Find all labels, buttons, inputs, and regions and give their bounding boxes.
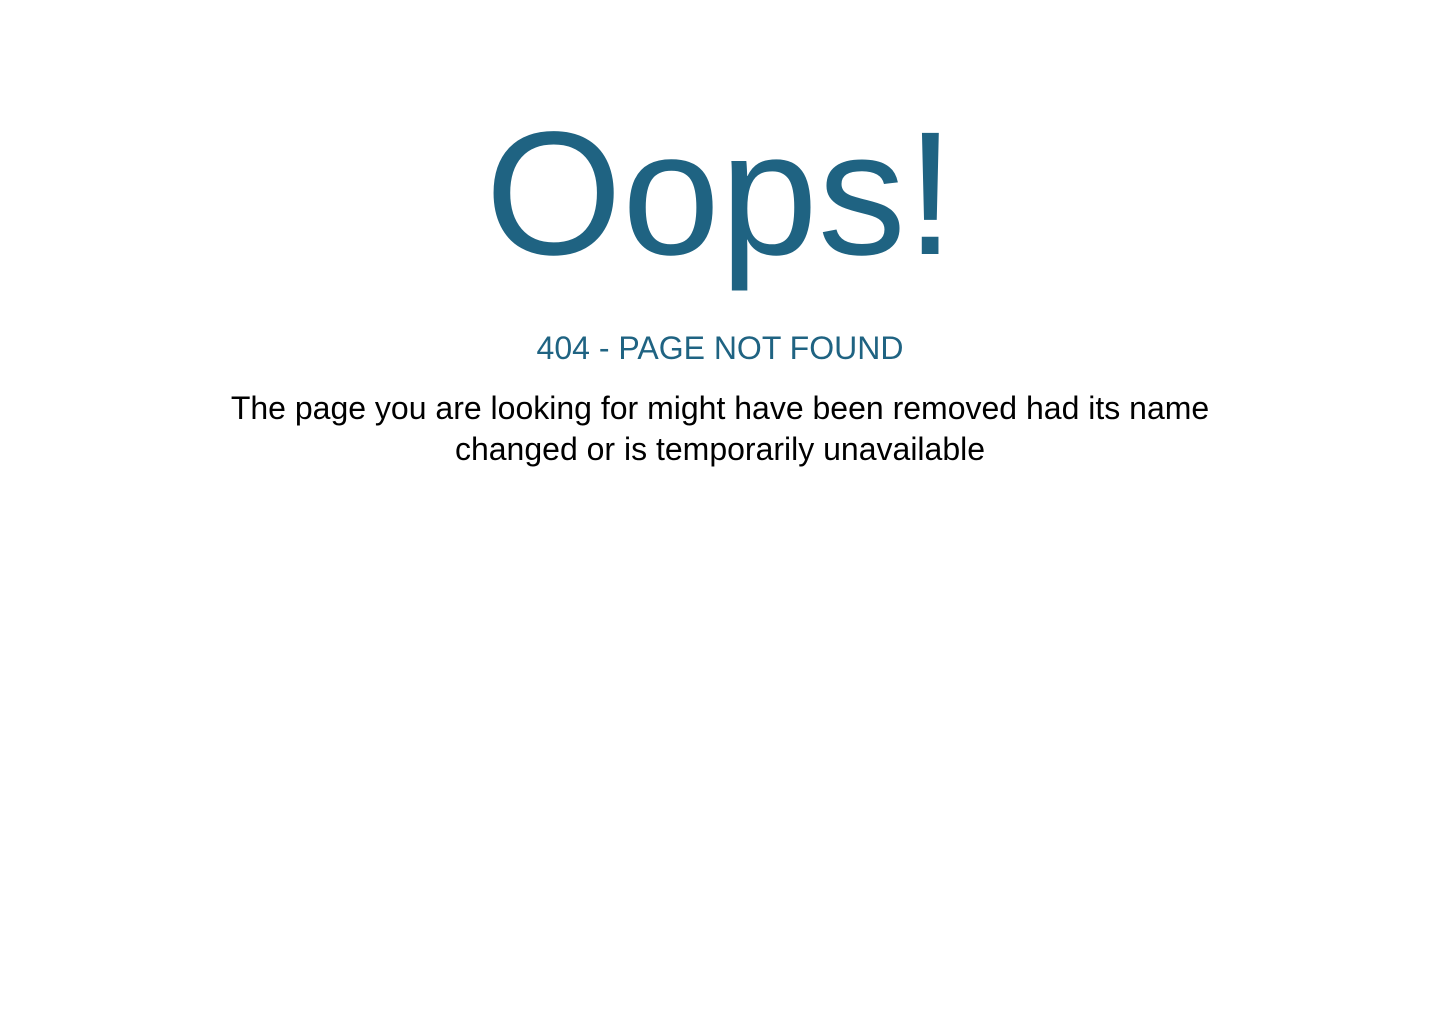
error-content: Oops! 404 - PAGE NOT FOUND The page you … [0, 100, 1440, 470]
error-headline: Oops! [485, 96, 955, 292]
error-page: Oops! 404 - PAGE NOT FOUND The page you … [0, 0, 1440, 1024]
error-code-title: 404 - PAGE NOT FOUND [536, 330, 904, 366]
error-message: The page you are looking for might have … [230, 390, 1210, 467]
